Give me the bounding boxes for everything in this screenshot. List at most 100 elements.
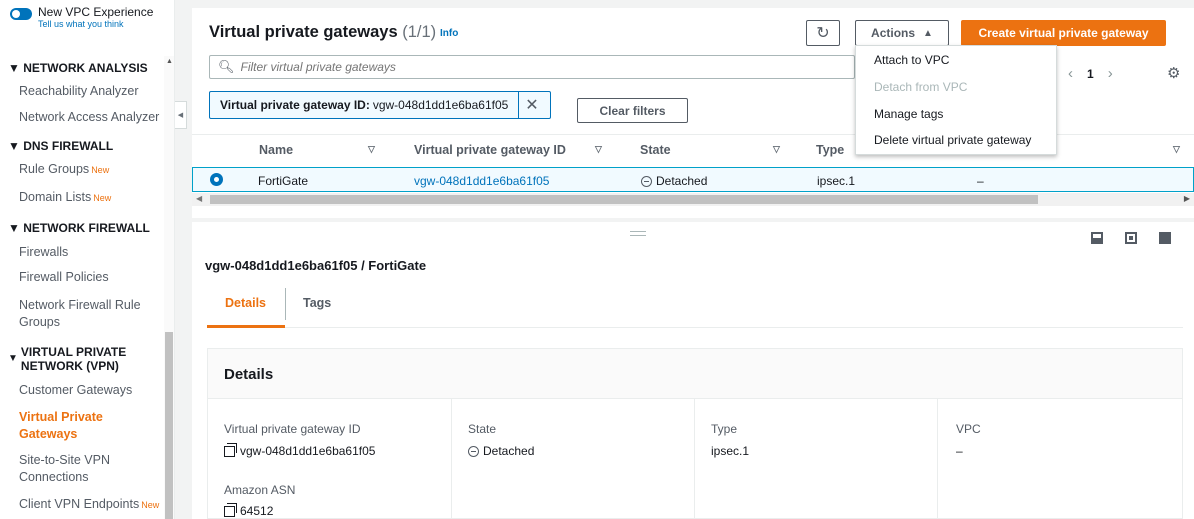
details-column-4: VPC –: [937, 399, 1182, 519]
section-network-firewall[interactable]: ▼ NETWORK FIREWALL: [8, 221, 150, 235]
column-header-name[interactable]: Name: [259, 143, 293, 157]
field-label-amazon-asn: Amazon ASN: [224, 483, 296, 497]
details-column-2: State Detached: [451, 399, 694, 519]
menu-item-manage-tags[interactable]: Manage tags: [874, 107, 943, 121]
sidebar-item-customer-gateways[interactable]: Customer Gateways: [19, 383, 132, 397]
column-header-id[interactable]: Virtual private gateway ID: [414, 143, 566, 157]
sort-icon[interactable]: ▽: [1173, 144, 1180, 155]
details-heading: Details: [224, 366, 274, 383]
details-container: Details Virtual private gateway ID vgw-0…: [207, 348, 1183, 519]
column-header-state[interactable]: State: [640, 143, 671, 157]
sidebar-item-reachability-analyzer[interactable]: Reachability Analyzer: [19, 84, 139, 98]
sidebar-item-domain-lists[interactable]: Domain Lists New: [19, 190, 111, 204]
refresh-icon: ↻: [816, 25, 830, 42]
scroll-right-icon[interactable]: ▶: [1184, 194, 1190, 203]
page-title: Virtual private gateways (1/1): [209, 23, 437, 41]
next-page-icon[interactable]: ›: [1108, 65, 1113, 82]
info-link[interactable]: Info: [440, 28, 458, 39]
refresh-button[interactable]: ↻: [806, 20, 840, 46]
filter-token-value: vgw-048d1dd1e6ba61f05: [372, 98, 509, 112]
sidebar-item-site-to-site-vpn[interactable]: Site-to-Site VPN Connections: [19, 452, 110, 486]
sidebar-item-rule-groups[interactable]: Rule Groups New: [19, 162, 109, 176]
collapse-sidebar-button[interactable]: ◀: [175, 101, 187, 129]
table-horizontal-scrollbar[interactable]: ◀ ▶: [192, 193, 1194, 206]
scroll-left-icon[interactable]: ◀: [196, 194, 202, 203]
sidebar-item-network-access-analyzer[interactable]: Network Access Analyzer: [19, 110, 159, 124]
copy-icon[interactable]: [224, 502, 237, 517]
toggle-switch[interactable]: [10, 8, 32, 20]
stopped-status-icon: [641, 175, 652, 187]
active-tab-indicator: [207, 325, 285, 328]
panel-side-icon[interactable]: [1125, 232, 1137, 244]
section-dns-firewall[interactable]: ▼ DNS FIREWALL: [8, 139, 113, 153]
column-header-type[interactable]: Type: [816, 143, 844, 157]
menu-item-delete-gateway[interactable]: Delete virtual private gateway: [874, 133, 1031, 147]
tabs-border: [207, 327, 1183, 328]
filter-token: Virtual private gateway ID: vgw-048d1dd1…: [209, 91, 551, 119]
current-page[interactable]: 1: [1087, 67, 1094, 81]
previous-page-icon[interactable]: ‹: [1068, 65, 1073, 82]
sidebar-item-client-vpn-endpoints[interactable]: Client VPN Endpoints New: [19, 497, 159, 511]
item-count: (1/1): [402, 23, 437, 41]
actions-button[interactable]: Actions ▲: [855, 20, 949, 46]
sidebar-scrollbar[interactable]: ▲: [164, 56, 174, 519]
copy-icon[interactable]: [224, 442, 237, 457]
sort-icon[interactable]: ▽: [773, 144, 780, 155]
new-badge: New: [91, 165, 110, 175]
panel-full-icon[interactable]: [1159, 232, 1171, 244]
menu-item-attach-to-vpc[interactable]: Attach to VPC: [874, 53, 949, 67]
feedback-link[interactable]: Tell us what you think: [38, 20, 153, 29]
field-label-gateway-id: Virtual private gateway ID: [224, 422, 361, 436]
sidebar-item-firewalls[interactable]: Firewalls: [19, 245, 68, 259]
filter-token-label: Virtual private gateway ID:: [220, 98, 370, 112]
sort-icon[interactable]: ▽: [595, 144, 602, 155]
menu-item-detach-from-vpc: Detach from VPC: [874, 80, 968, 94]
table-scroll-thumb[interactable]: [210, 195, 1038, 204]
new-vpc-experience-toggle[interactable]: New VPC Experience Tell us what you thin…: [0, 0, 174, 52]
caret-left-icon: ◀: [177, 112, 184, 119]
sidebar-item-firewall-policies[interactable]: Firewall Policies: [19, 270, 109, 284]
section-vpn[interactable]: ▼ VIRTUAL PRIVATE NETWORK (VPN): [8, 345, 126, 373]
tab-tags[interactable]: Tags: [303, 296, 331, 310]
filter-search-box[interactable]: 🔍︎: [209, 55, 855, 79]
table-row[interactable]: FortiGate vgw-048d1dd1e6ba61f05 Detached…: [192, 167, 1194, 192]
search-input[interactable]: [240, 60, 841, 74]
create-virtual-private-gateway-button[interactable]: Create virtual private gateway: [961, 20, 1166, 46]
cell-state: Detached: [641, 174, 707, 188]
split-panel-preferences: [1091, 232, 1171, 244]
sort-icon[interactable]: ▽: [368, 144, 375, 155]
gear-icon[interactable]: ⚙: [1167, 64, 1180, 82]
sidebar-scroll-thumb[interactable]: [165, 332, 173, 519]
pagination: ‹ 1 ›: [1068, 65, 1113, 82]
cell-gateway-id-link[interactable]: vgw-048d1dd1e6ba61f05: [414, 174, 549, 188]
details-column-3: Type ipsec.1: [694, 399, 937, 519]
details-header: Details: [208, 349, 1182, 399]
field-label-vpc: VPC: [956, 422, 981, 436]
tab-details[interactable]: Details: [225, 296, 266, 310]
caret-up-icon: ▲: [923, 27, 933, 39]
cell-type: ipsec.1: [817, 174, 856, 188]
search-icon: 🔍︎: [218, 59, 235, 74]
field-value-vpc: –: [956, 444, 963, 458]
sidebar-item-virtual-private-gateways[interactable]: Virtual Private Gateways: [19, 409, 103, 443]
panel-bottom-icon[interactable]: [1091, 232, 1103, 244]
close-icon[interactable]: ✕: [518, 92, 539, 118]
row-radio[interactable]: [210, 173, 223, 186]
scroll-up-icon[interactable]: ▲: [166, 58, 173, 65]
toggle-label: New VPC Experience: [38, 5, 154, 19]
side-navigation: New VPC Experience Tell us what you thin…: [0, 0, 175, 519]
resize-handle[interactable]: [630, 231, 646, 236]
clear-filters-button[interactable]: Clear filters: [577, 98, 688, 123]
section-network-analysis[interactable]: ▼ NETWORK ANALYSIS: [8, 61, 148, 75]
split-panel-title: vgw-048d1dd1e6ba61f05 / FortiGate: [205, 258, 427, 273]
stopped-status-icon: [468, 445, 479, 457]
cell-extra: –: [977, 174, 984, 188]
field-value-gateway-id: vgw-048d1dd1e6ba61f05: [224, 442, 375, 458]
tab-divider: [285, 288, 286, 320]
field-label-type: Type: [711, 422, 738, 436]
field-value-amazon-asn: 64512: [224, 502, 273, 518]
details-column-1: Virtual private gateway ID vgw-048d1dd1e…: [208, 399, 451, 519]
sidebar-item-network-firewall-rule-groups[interactable]: Network Firewall Rule Groups: [19, 297, 141, 331]
field-label-state: State: [468, 422, 497, 436]
split-panel: vgw-048d1dd1e6ba61f05 / FortiGate Detail…: [192, 222, 1194, 519]
